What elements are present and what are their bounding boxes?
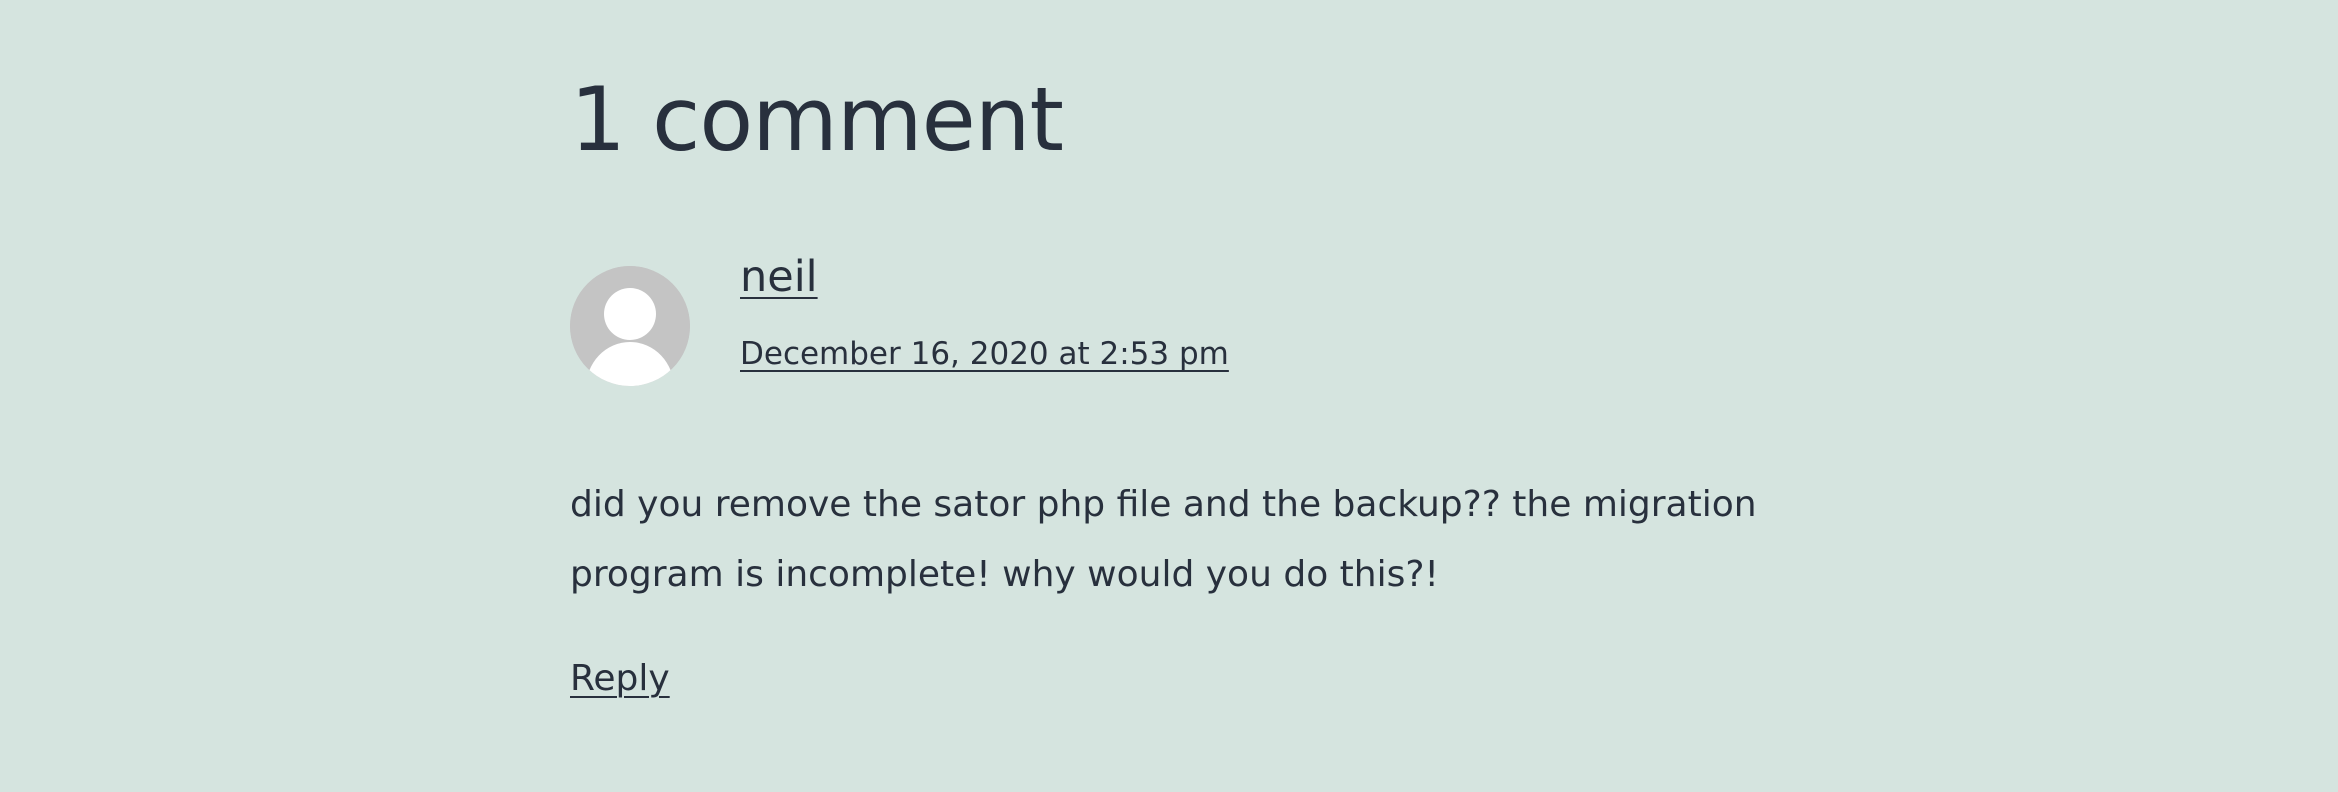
- comments-title: 1 comment: [570, 68, 1064, 171]
- comment-author-link[interactable]: neil: [740, 252, 818, 302]
- reply-link[interactable]: Reply: [570, 658, 670, 699]
- comment-date-link[interactable]: December 16, 2020 at 2:53 pm: [740, 336, 1229, 372]
- comment-text: did you remove the sator php file and th…: [570, 484, 1757, 595]
- default-user-avatar-icon: [570, 266, 690, 386]
